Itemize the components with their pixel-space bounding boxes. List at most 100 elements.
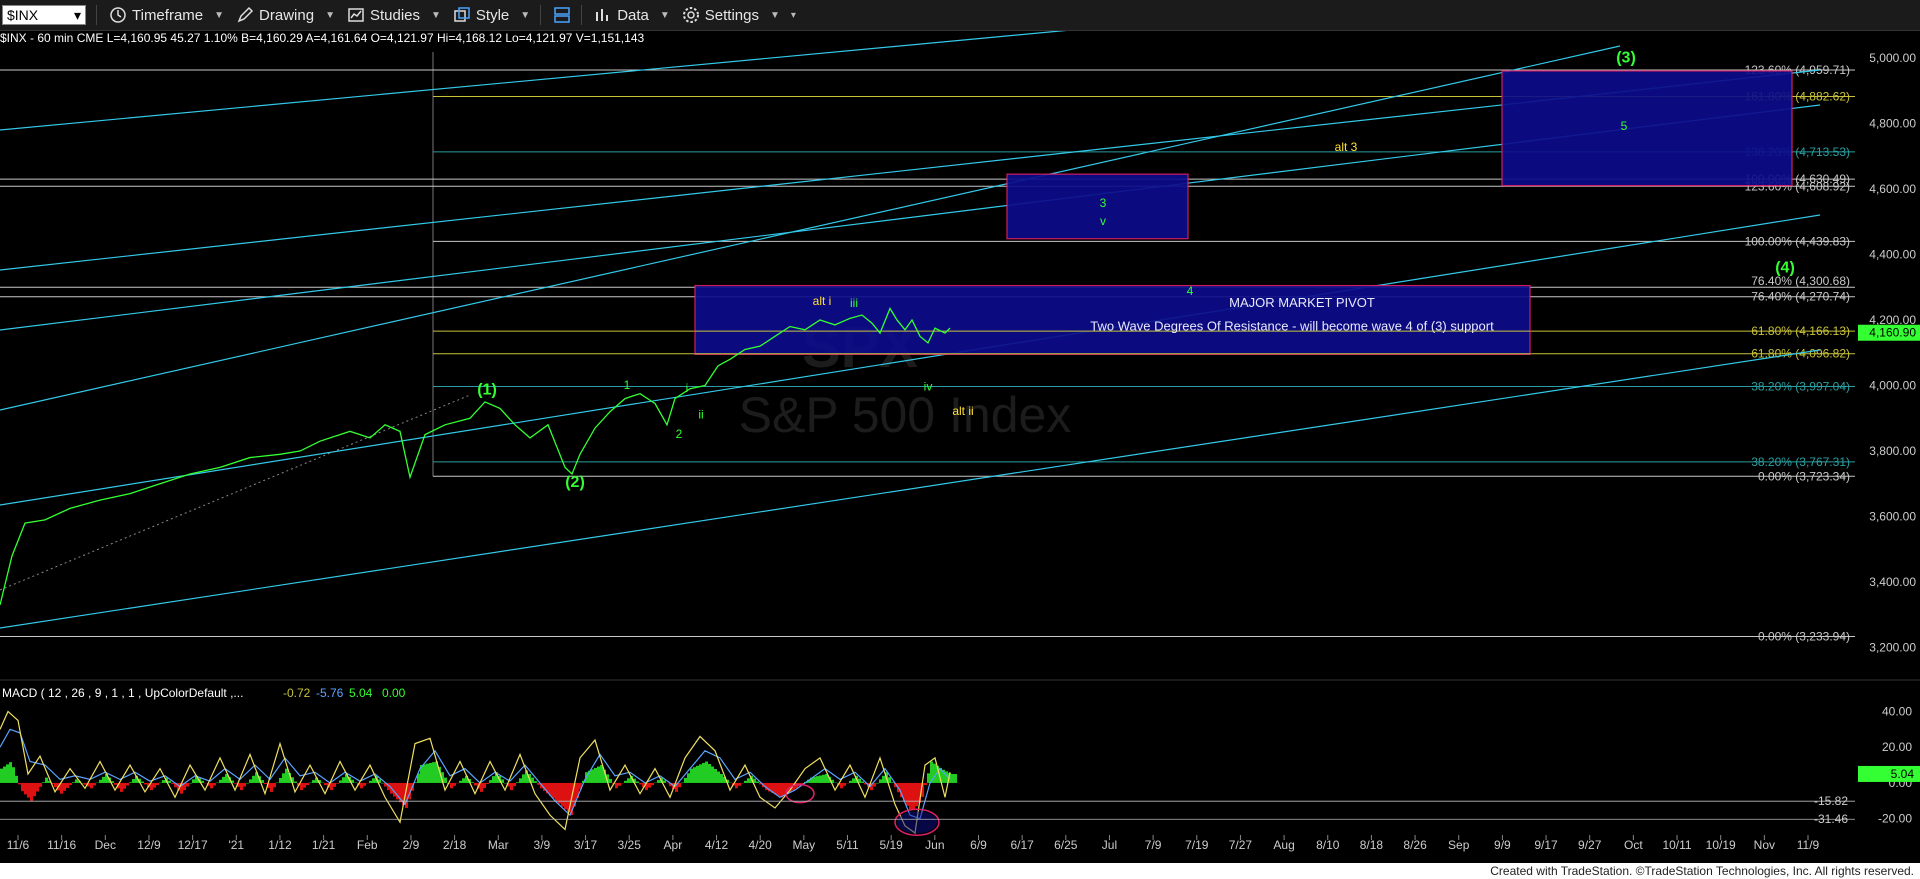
macd-histogram-bar <box>933 763 936 783</box>
toolbar-divider <box>581 5 583 25</box>
macd-histogram-bar <box>15 775 18 783</box>
macd-histogram-bar <box>744 780 747 783</box>
last-price-label: 4,160.90 <box>1869 326 1916 340</box>
wave-label: alt 3 <box>1335 140 1358 154</box>
x-tick-label: 7/9 <box>1145 838 1162 852</box>
toolbar-divider <box>540 5 542 25</box>
x-tick-label: Jul <box>1102 838 1117 852</box>
watermark-name: S&P 500 Index <box>739 387 1072 443</box>
x-tick-label: 9/17 <box>1534 838 1558 852</box>
macd-histogram-bar <box>639 782 642 785</box>
macd-histogram-bar <box>99 779 102 783</box>
macd-histogram-bar <box>516 782 519 783</box>
x-tick-label: '21 <box>228 838 244 852</box>
y-tick-label: 4,800.00 <box>1869 116 1916 130</box>
wave-label: 5 <box>1621 119 1628 133</box>
macd-histogram-bar <box>594 767 597 783</box>
macd-histogram-bar <box>873 782 876 787</box>
macd-histogram-bar <box>954 774 957 783</box>
macd-histogram-bar <box>75 779 78 783</box>
x-tick-label: 11/6 <box>7 838 30 852</box>
macd-histogram-bar <box>336 782 339 784</box>
macd-histogram-bar <box>480 782 483 792</box>
data-button[interactable]: Data ▼ <box>594 6 670 24</box>
x-tick-label: 2/9 <box>403 838 420 852</box>
x-tick-label: 6/17 <box>1010 838 1034 852</box>
style-label: Style <box>475 6 510 24</box>
macd-histogram-bar <box>519 778 522 783</box>
macd-histogram-bar <box>819 775 822 783</box>
macd-value: -0.72 <box>283 686 311 700</box>
macd-histogram-bar <box>18 782 21 785</box>
timeframe-button[interactable]: Timeframe ▼ <box>109 6 224 24</box>
macd-histogram-bar <box>444 777 447 783</box>
layout-button[interactable] <box>553 6 571 24</box>
x-tick-label: 7/19 <box>1185 838 1209 852</box>
macd-histogram-bar <box>717 771 720 783</box>
macd-histogram-bar <box>372 778 375 783</box>
macd-histogram-bar <box>555 782 558 801</box>
wave-label: 3 <box>1100 196 1107 210</box>
macd-histogram-bar <box>432 762 435 783</box>
chevron-down-icon: ▼ <box>659 9 670 21</box>
symbol-input[interactable]: $INX ▾ <box>2 5 86 25</box>
x-tick-label: 10/19 <box>1706 838 1736 852</box>
copyright-footer: Created with TradeStation. ©TradeStation… <box>1488 864 1916 878</box>
macd-histogram-bar <box>609 779 612 783</box>
macd-histogram-bar <box>93 782 96 786</box>
x-tick-label: Jun <box>925 838 944 852</box>
chart-canvas[interactable]: SPXS&P 500 Index123.60% (4,959.71)161.80… <box>0 0 1920 879</box>
x-tick-label: 8/26 <box>1403 838 1427 852</box>
x-tick-label: 6/25 <box>1054 838 1078 852</box>
x-tick-label: Sep <box>1448 838 1470 852</box>
wave-label: alt i <box>813 294 832 308</box>
macd-histogram-bar <box>747 778 750 783</box>
drawing-button[interactable]: Drawing ▼ <box>236 6 335 24</box>
overflow-icon[interactable]: ▾ <box>791 10 796 21</box>
wave-label: 2 <box>676 427 683 441</box>
macd-histogram-bar <box>708 764 711 783</box>
x-tick-label: 1/21 <box>312 838 336 852</box>
macd-histogram-bar <box>282 773 285 783</box>
macd-histogram-bar <box>12 767 15 783</box>
style-button[interactable]: Style ▼ <box>453 6 530 24</box>
settings-button[interactable]: Settings ▼ ▾ <box>682 6 796 24</box>
chevron-down-icon: ▼ <box>325 9 335 21</box>
macd-histogram-bar <box>36 782 39 792</box>
macd-histogram-bar <box>21 782 24 792</box>
macd-histogram-bar <box>561 782 564 807</box>
clock-icon <box>110 7 126 23</box>
macd-histogram-bar <box>780 782 783 798</box>
wave-label: i <box>686 381 689 395</box>
x-tick-label: 3/25 <box>618 838 642 852</box>
macd-histogram-bar <box>738 782 741 786</box>
chevron-down-icon[interactable]: ▾ <box>74 7 81 24</box>
macd-histogram-bar <box>45 777 48 783</box>
macd-histogram-bar <box>924 782 927 786</box>
wave-label: (1) <box>477 382 497 399</box>
macd-histogram-bar <box>822 774 825 783</box>
macd-histogram-bar <box>735 782 738 789</box>
style-icon <box>454 7 470 22</box>
studies-button[interactable]: Studies ▼ <box>347 6 441 24</box>
wave-label: iii <box>850 296 858 310</box>
x-tick-label: Aug <box>1273 838 1294 852</box>
macd-histogram-bar <box>558 782 561 804</box>
fib-level-label: 38.20% (3,767.31) <box>1751 455 1850 469</box>
macd-histogram-bar <box>492 776 495 783</box>
macd-y-tick-label: 20.00 <box>1882 740 1912 754</box>
macd-histogram-bar <box>42 782 45 783</box>
fib-level-label: 0.00% (3,233.94) <box>1758 629 1850 643</box>
x-tick-label: May <box>793 838 816 852</box>
fib-level-label: 61.80% (4,166.13) <box>1751 324 1850 338</box>
macd-histogram-bar <box>657 780 660 783</box>
x-tick-label: 5/11 <box>836 838 859 852</box>
chevron-down-icon: ▼ <box>431 9 441 21</box>
macd-histogram-bar <box>270 782 273 792</box>
macd-histogram-bar <box>219 779 222 783</box>
macd-histogram-bar <box>339 780 342 783</box>
macd-histogram-bar <box>711 766 714 783</box>
box-annotation: MAJOR MARKET PIVOT <box>1229 295 1375 310</box>
macd-histogram-bar <box>909 782 912 811</box>
x-tick-label: 4/12 <box>705 838 729 852</box>
